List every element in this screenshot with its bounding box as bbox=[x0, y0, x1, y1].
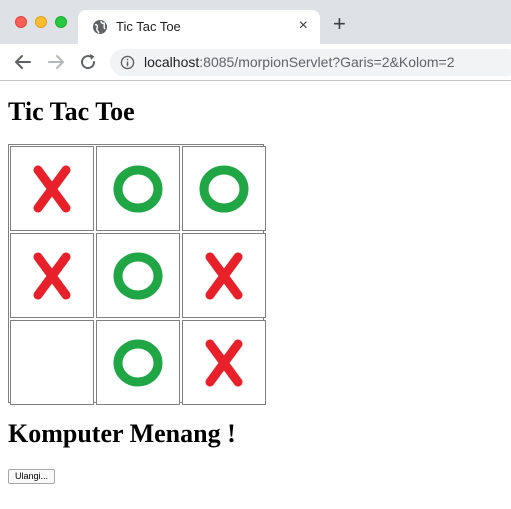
browser-toolbar: localhost:8085/morpionServlet?Garis=2&Ko… bbox=[0, 44, 511, 81]
o-mark bbox=[113, 252, 163, 299]
board-cell-0-1[interactable] bbox=[96, 146, 180, 231]
x-mark bbox=[205, 252, 243, 299]
info-icon[interactable] bbox=[120, 55, 135, 70]
page-content: Tic Tac Toe Komputer Menang ! Ulangi... bbox=[0, 81, 511, 509]
board-cell-2-2[interactable] bbox=[182, 320, 266, 405]
url-path: :8085/morpionServlet?Garis=2&Kolom=2 bbox=[199, 54, 455, 70]
game-result: Komputer Menang ! bbox=[8, 419, 236, 448]
close-icon[interactable]: × bbox=[299, 17, 308, 35]
x-mark bbox=[33, 165, 71, 212]
o-mark bbox=[113, 339, 163, 386]
board-cell-0-0[interactable] bbox=[10, 146, 94, 231]
board-cell-2-0[interactable] bbox=[10, 320, 94, 405]
url-text[interactable]: localhost:8085/morpionServlet?Garis=2&Ko… bbox=[144, 54, 455, 70]
tab-strip: Tic Tac Toe × + bbox=[0, 0, 511, 44]
page-title: Tic Tac Toe bbox=[8, 97, 135, 126]
tab-tic-tac-toe[interactable]: Tic Tac Toe × bbox=[78, 10, 320, 44]
board-cell-1-1[interactable] bbox=[96, 233, 180, 318]
browser-chrome: Tic Tac Toe × + localhost:8085/morpionSe… bbox=[0, 0, 511, 81]
board-cell-1-2[interactable] bbox=[182, 233, 266, 318]
arrow-right-icon[interactable] bbox=[46, 52, 66, 72]
board-cell-0-2[interactable] bbox=[182, 146, 266, 231]
close-window-button[interactable] bbox=[15, 16, 27, 28]
minimize-window-button[interactable] bbox=[35, 16, 47, 28]
game-board bbox=[8, 144, 266, 405]
new-tab-button[interactable]: + bbox=[333, 13, 346, 35]
url-host: localhost bbox=[144, 54, 200, 70]
o-mark bbox=[199, 165, 249, 212]
replay-button[interactable]: Ulangi... bbox=[8, 469, 56, 484]
x-mark bbox=[33, 252, 71, 299]
reload-icon[interactable] bbox=[78, 52, 98, 72]
board-cell-2-1[interactable] bbox=[96, 320, 180, 405]
tab-title: Tic Tac Toe bbox=[116, 19, 181, 34]
arrow-left-icon[interactable] bbox=[13, 52, 33, 72]
maximize-window-button[interactable] bbox=[55, 16, 67, 28]
globe-icon bbox=[93, 20, 107, 34]
o-mark bbox=[113, 165, 163, 212]
x-mark bbox=[205, 339, 243, 386]
address-bar[interactable]: localhost:8085/morpionServlet?Garis=2&Ko… bbox=[110, 49, 511, 76]
board-cell-1-0[interactable] bbox=[10, 233, 94, 318]
